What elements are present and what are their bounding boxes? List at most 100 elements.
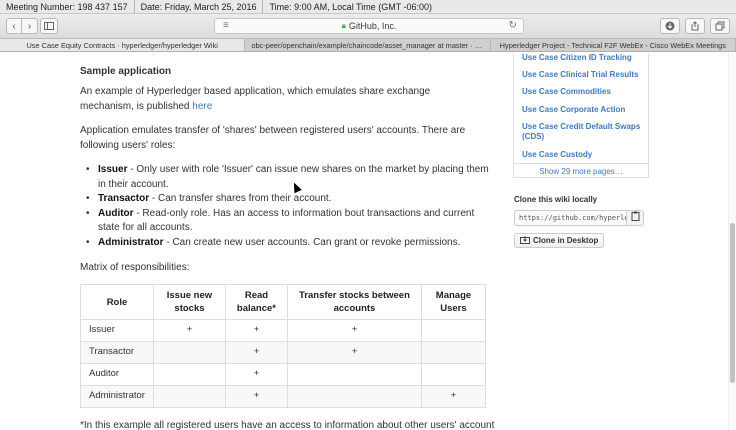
tab-label: Use Case Equity Contracts · hyperledger/… [26,41,218,50]
wiki-page-link[interactable]: Use Case Citizen ID Tracking [522,53,646,63]
wiki-pages-box: Use Case Citizen ID Tracking Use Case Cl… [513,53,649,178]
address-bar[interactable]: ≡ 🔒︎ GitHub, Inc. ↻ [214,18,524,34]
role-desc: - Read-only role. Has an access to infor… [98,207,475,234]
back-button[interactable]: ‹ [6,18,22,34]
table-header: Transfer stocks between accounts [286,284,422,320]
table-cell [152,363,226,386]
page-scrollbar[interactable] [728,53,736,430]
role-name: Auditor [98,207,134,219]
table-cell [420,341,486,364]
wiki-page-link[interactable]: Use Case Corporate Action [522,105,646,115]
wiki-page-link[interactable]: Use Case Credit Default Swaps (CDS) [522,122,646,142]
lock-icon: 🔒︎ [341,21,346,30]
share-button[interactable] [685,18,705,34]
table-row: Administrator + + [80,385,486,408]
role-name: Transactor [98,193,150,204]
clone-wiki-label: Clone this wiki locally [514,195,598,204]
toolbar-right-buttons [660,18,730,34]
footnote: *In this example all registered users ha… [80,420,495,430]
page-content: Sample application An example of Hyperle… [0,53,736,430]
share-icon [691,21,699,31]
clipboard-icon [631,211,639,221]
role-name: Administrator [98,236,164,248]
clone-in-desktop-label: Clone in Desktop [533,236,599,245]
table-cell: + [286,341,422,364]
wiki-page-link[interactable]: Use Case Clinical Trial Results [522,70,646,80]
table-cell: + [224,385,288,408]
desktop-download-icon [520,236,530,244]
table-cell: + [224,341,288,364]
roles-list: Issuer - Only user with role 'Issuer' ca… [80,163,490,250]
downloads-button[interactable] [660,18,680,34]
forward-button[interactable]: › [22,18,38,34]
table-cell: Issuer [80,319,154,342]
role-name: Issuer [98,164,128,175]
table-cell [286,385,422,408]
browser-toolbar: ‹ › ≡ 🔒︎ GitHub, Inc. ↻ [0,14,736,38]
chevron-left-icon: ‹ [12,20,16,32]
tab-bar: Use Case Equity Contracts · hyperledger/… [0,38,736,52]
roles-intro-paragraph: Application emulates transfer of 'shares… [80,125,466,151]
table-cell: Administrator [80,385,154,408]
chevron-right-icon: › [27,20,32,32]
list-item: Transactor - Can transfer shares from th… [80,192,490,207]
clone-in-desktop-button[interactable]: Clone in Desktop [514,233,605,248]
meeting-number: Meeting Number: 198 437 157 [0,0,135,14]
table-cell: Transactor [80,341,154,364]
table-header: Read balance* [224,284,288,320]
tab-use-case-equity[interactable]: Use Case Equity Contracts · hyperledger/… [0,39,246,51]
table-cell [420,319,486,342]
role-desc: - Can create new user accounts. Can gran… [163,236,461,248]
sidebar-icon [44,22,54,30]
meeting-info-bar: Meeting Number: 198 437 157 Date: Friday… [0,0,736,14]
list-item: Issuer - Only user with role 'Issuer' ca… [80,163,490,192]
tab-webex[interactable]: Hyperledger Project - Technical F2F WebE… [491,39,736,51]
table-cell [152,341,226,364]
table-row: Issuer + + + [80,319,486,342]
table-header: Role [80,284,154,320]
download-icon [665,21,675,31]
table-header: Issue new stocks [152,284,226,320]
reader-icon[interactable]: ≡ [223,20,229,31]
intro-paragraph: An example of Hyperledger based applicat… [80,85,480,114]
list-item: Administrator - Can create new user acco… [80,236,490,251]
tab-asset-manager[interactable]: obc-peer/openchain/example/chaincode/ass… [245,39,491,51]
reload-icon[interactable]: ↻ [509,20,517,31]
responsibility-matrix: Role Issue new stocks Read balance* Tran… [80,284,486,408]
clone-url-input[interactable]: https://github.com/hyperledger/hyperledg… [514,210,627,226]
list-item: Auditor - Read-only role. Has an access … [80,207,490,236]
nav-buttons: ‹ › [6,18,38,34]
table-row: Transactor + + [80,341,486,364]
section-heading: Sample application [80,66,172,77]
table-cell: + [420,385,486,408]
table-cell: + [152,319,226,342]
tab-label: Hyperledger Project - Technical F2F WebE… [499,41,726,50]
meeting-time: Time: 9:00 AM, Local Time (GMT -06:00) [269,1,433,12]
table-cell [420,363,486,386]
table-cell: + [224,319,288,342]
table-header-row: Role Issue new stocks Read balance* Tran… [80,284,486,320]
tab-label: obc-peer/openchain/example/chaincode/ass… [251,41,491,50]
role-desc: - Can transfer shares from their account… [149,193,332,204]
table-row: Auditor + [80,363,486,386]
tabs-overview-button[interactable] [710,18,730,34]
table-cell: + [286,319,422,342]
address-text: GitHub, Inc. [348,21,397,31]
published-here-link[interactable]: here [192,101,212,112]
sidebar-toggle-button[interactable] [40,18,58,34]
intro-text: An example of Hyperledger based applicat… [80,86,431,112]
clone-url-row: https://github.com/hyperledger/hyperledg… [514,210,644,226]
meeting-date: Date: Friday, March 25, 2016 [135,0,264,14]
copy-to-clipboard-button[interactable] [627,210,644,226]
table-cell [286,363,422,386]
table-cell [152,385,226,408]
wiki-page-link[interactable]: Use Case Commodities [522,87,646,97]
scrollbar-thumb[interactable] [730,223,735,383]
tabs-icon [715,21,725,31]
table-header: Manage Users [420,284,486,320]
wiki-page-link[interactable]: Use Case Custody [522,150,646,160]
table-cell: Auditor [80,363,154,386]
matrix-label: Matrix of responsibilities: [80,262,190,273]
table-cell: + [224,363,288,386]
show-more-pages-link[interactable]: Show 29 more pages… [514,163,648,176]
